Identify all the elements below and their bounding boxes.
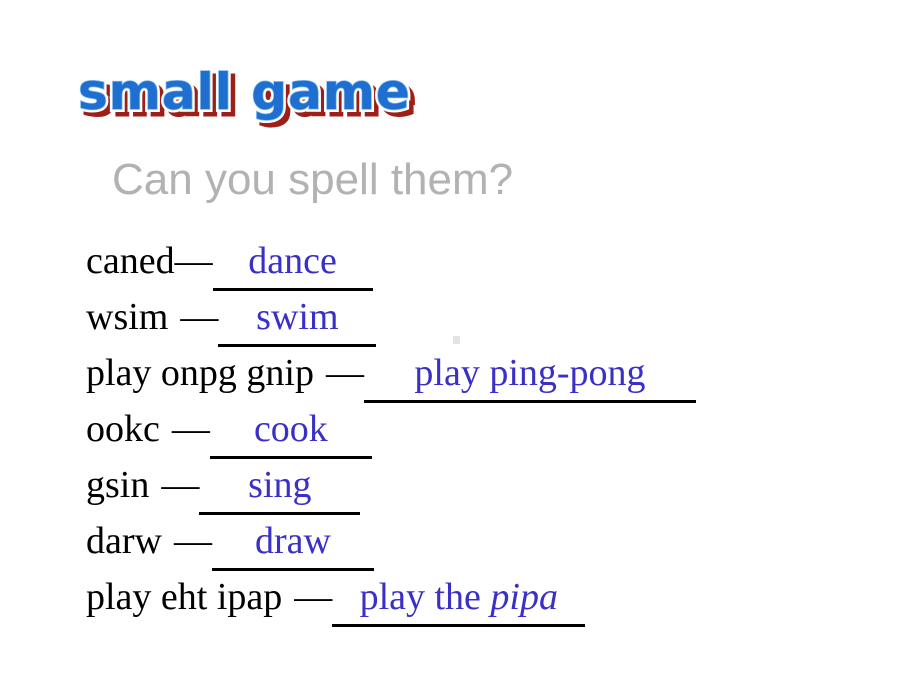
scrambled-word: darw: [86, 520, 162, 562]
quiz-row: wsim — swim: [86, 292, 886, 348]
stray-pixel-artifact: [453, 336, 460, 344]
answer-blank[interactable]: play ping-pong: [363, 348, 696, 403]
answer-blank[interactable]: cook: [209, 404, 372, 459]
quiz-row: play onpg gnip — play ping-pong: [86, 348, 886, 404]
answer-text: sing: [248, 464, 312, 506]
scrambled-word: play eht ipap: [86, 576, 283, 618]
em-dash-separator: —: [161, 464, 200, 506]
answer-blank[interactable]: swim: [218, 292, 377, 347]
scrambled-word: ookc: [86, 408, 160, 450]
answer-text: play the pipa: [360, 576, 558, 618]
slide-canvas: small game small game small game small g…: [0, 0, 920, 690]
wordart-title: small game small game small game small g…: [75, 61, 498, 136]
quiz-row: play eht ipap — play the pipa: [86, 572, 886, 628]
answer-text: draw: [254, 520, 331, 562]
quiz-row: ookc — cook: [86, 404, 886, 460]
answer-blank[interactable]: draw: [211, 516, 374, 571]
em-dash-separator: —: [325, 352, 364, 394]
em-dash-separator: —: [173, 520, 212, 562]
quiz-list: caned— dance wsim — swim play onpg gnip — play …: [86, 236, 886, 628]
scrambled-word: play onpg gnip: [86, 352, 314, 394]
em-dash-separator: —: [294, 576, 333, 618]
answer-blank[interactable]: sing: [199, 460, 361, 515]
scrambled-word: wsim: [86, 296, 169, 338]
answer-text-plain: play the: [359, 576, 491, 618]
subtitle-text: Can you spell them?: [112, 155, 514, 204]
scrambled-word: gsin: [86, 464, 150, 506]
answer-blank[interactable]: dance: [212, 236, 373, 291]
scrambled-word: caned: [86, 240, 175, 282]
answer-blank[interactable]: play the pipa: [332, 572, 586, 627]
em-dash-separator: —: [180, 296, 219, 338]
quiz-row: caned— dance: [86, 236, 886, 292]
quiz-row: gsin — sing: [86, 460, 886, 516]
em-dash-separator: —: [171, 408, 210, 450]
answer-text: dance: [248, 240, 337, 282]
em-dash-separator: —: [174, 240, 213, 282]
answer-text: cook: [253, 408, 328, 450]
answer-text: play ping-pong: [414, 352, 646, 394]
wordart-fill-layer: small game: [78, 63, 411, 121]
quiz-row: darw — draw: [86, 516, 886, 572]
answer-text-italic: pipa: [490, 576, 558, 618]
answer-text: swim: [256, 296, 339, 338]
